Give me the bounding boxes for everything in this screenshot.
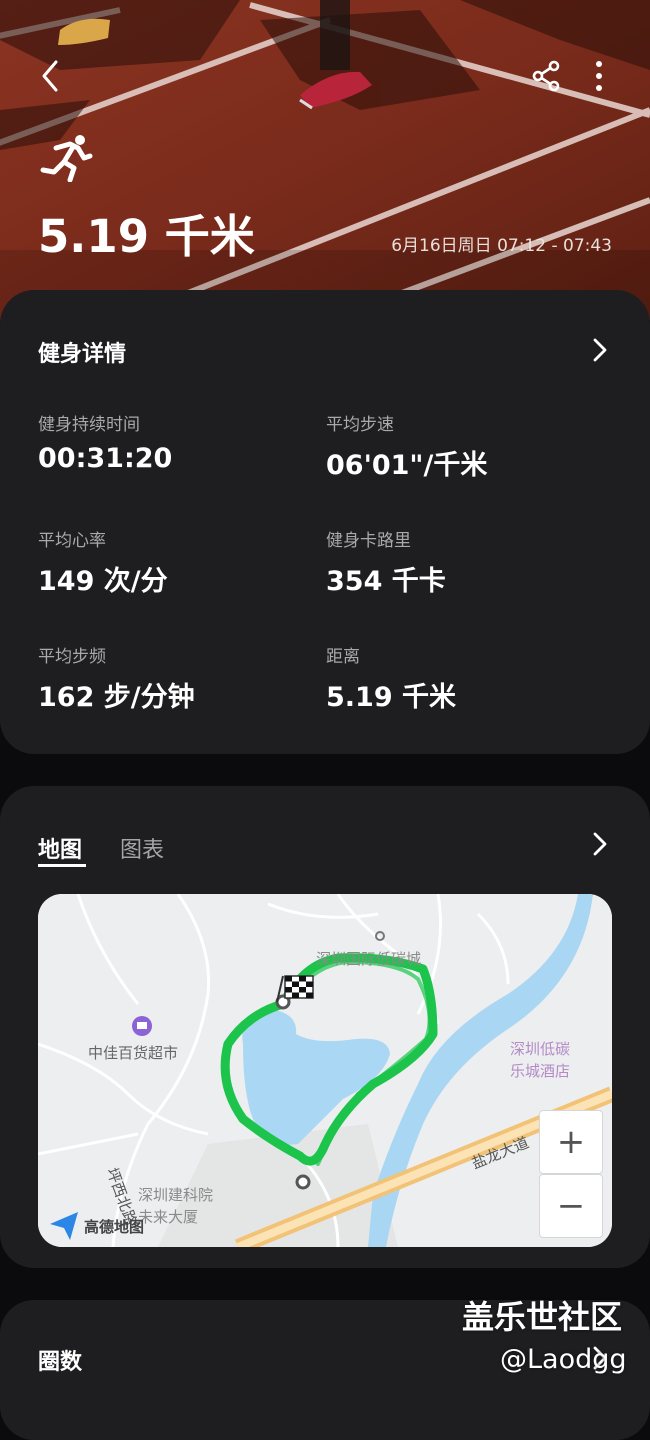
share-icon	[532, 60, 560, 92]
zoom-in-button[interactable]: +	[539, 1110, 603, 1174]
hero-distance: 5.19 千米	[38, 210, 255, 263]
stat-value: 162 步/分钟	[38, 682, 195, 713]
workout-details-card: 健身详情 健身持续时间 00:31:20 平均步速 06'01"/千米 平均心率…	[0, 290, 650, 754]
watermark-handle: @Laodgg	[500, 1344, 627, 1375]
map-expand-button[interactable]	[590, 830, 610, 858]
stat-value: 00:31:20	[38, 443, 173, 474]
chevron-right-icon	[593, 832, 607, 856]
map-label-poi: 深圳低碳	[510, 1040, 571, 1058]
stat-value: 149 次/分	[38, 566, 168, 597]
stat-calories: 健身卡路里 354 千卡	[326, 526, 446, 598]
running-icon	[40, 134, 94, 183]
more-options-button[interactable]	[586, 58, 612, 94]
map-label-poi: 深圳国际低碳城	[316, 950, 422, 968]
hero-banner: 5.19 千米 6月16日周日 07:12 - 07:43	[0, 0, 650, 320]
stat-label: 健身持续时间	[38, 415, 140, 435]
tab-active-indicator	[38, 864, 86, 867]
stat-label: 距离	[326, 647, 360, 667]
stat-duration: 健身持续时间 00:31:20	[38, 410, 172, 474]
running-track-photo	[0, 0, 650, 320]
stat-distance: 距离 5.19 千米	[326, 642, 456, 714]
stat-value: 06'01"/千米	[326, 450, 488, 481]
route-map[interactable]: 深圳国际低碳城 中佳百货超市 深圳低碳 乐城酒店 深圳建科院 未来大厦 盐龙大道…	[38, 894, 612, 1247]
map-label-poi: 乐城酒店	[510, 1062, 571, 1080]
map-label-poi: 深圳建科院	[138, 1186, 214, 1204]
chevron-left-icon	[42, 60, 58, 92]
stat-label: 平均心率	[38, 531, 106, 551]
back-button[interactable]	[34, 56, 70, 96]
stat-label: 平均步频	[38, 647, 106, 667]
map-label-poi: 中佳百货超市	[88, 1044, 179, 1062]
stat-avg-cadence: 平均步频 162 步/分钟	[38, 642, 195, 714]
tab-map[interactable]: 地图	[38, 832, 82, 864]
share-button[interactable]	[530, 58, 564, 94]
workout-datetime: 6月16日周日 07:12 - 07:43	[391, 236, 612, 256]
watermark-title: 盖乐世社区	[462, 1298, 623, 1336]
stat-value: 5.19 千米	[326, 682, 457, 713]
more-vertical-icon	[596, 61, 602, 91]
details-title: 健身详情	[38, 342, 127, 367]
stat-label: 健身卡路里	[326, 531, 411, 551]
map-brand-label: 高德地图	[84, 1218, 145, 1236]
map-card: 地图 图表 深圳国际低碳城 中佳百货超市 深圳低碳 乐城酒店 深圳建科院 未来大…	[0, 786, 650, 1268]
zoom-out-button[interactable]: −	[539, 1174, 603, 1238]
chevron-right-icon	[593, 338, 607, 362]
tab-chart[interactable]: 图表	[120, 832, 164, 864]
laps-title: 圈数	[38, 1350, 83, 1375]
details-expand-button[interactable]	[590, 336, 610, 364]
map-label-poi: 未来大厦	[138, 1208, 199, 1226]
stat-value: 354 千卡	[326, 566, 446, 597]
stat-label: 平均步速	[326, 415, 394, 435]
stat-avg-pace: 平均步速 06'01"/千米	[326, 410, 487, 482]
stat-avg-heart-rate: 平均心率 149 次/分	[38, 526, 168, 598]
